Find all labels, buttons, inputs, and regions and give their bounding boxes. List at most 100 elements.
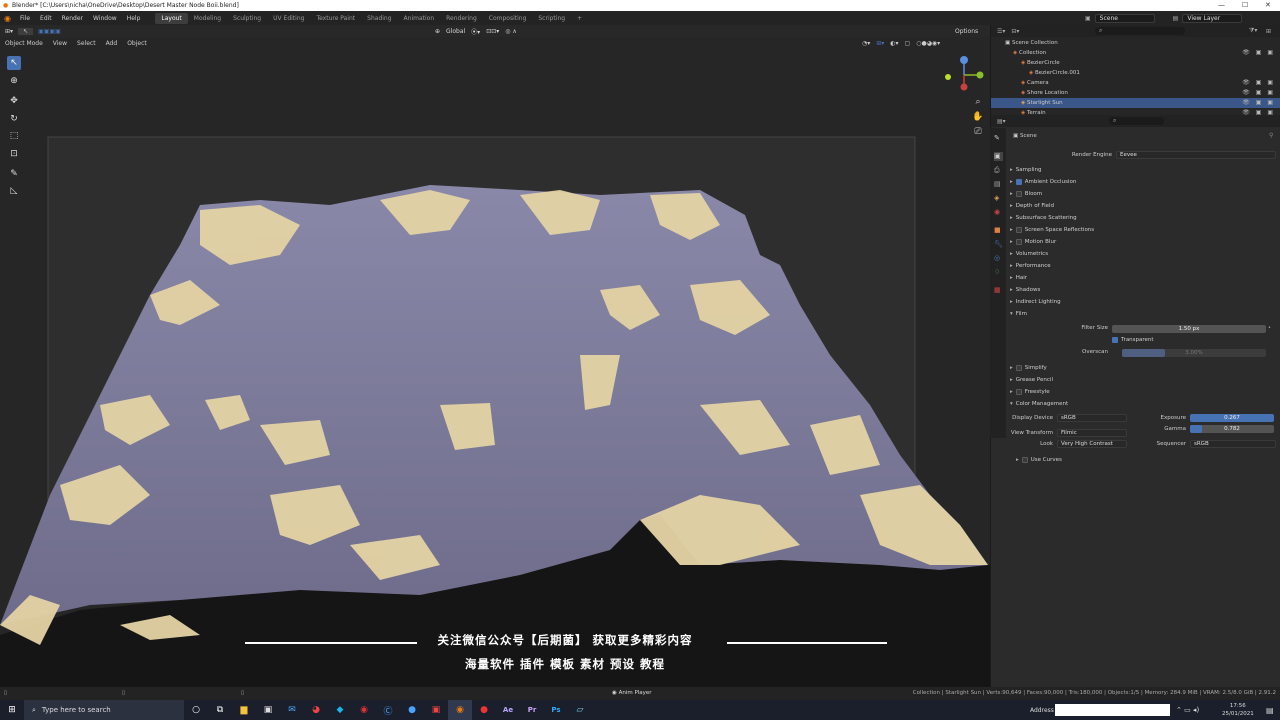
properties-panel-header[interactable]: ▸ Simplify [1010,363,1275,374]
object-tab-icon[interactable]: ■ [994,226,1003,235]
panel-enable-checkbox[interactable] [1015,190,1022,197]
visibility-icon[interactable]: ◔▾ [862,40,870,47]
gamma-field[interactable]: 0.782 [1190,425,1274,433]
panel-enable-checkbox[interactable] [1015,226,1022,233]
panel-enable-checkbox[interactable] [1015,388,1022,395]
menu-window[interactable]: Window [88,15,122,22]
output-tab-icon[interactable]: ⎙ [994,166,1003,175]
overscan-field[interactable]: 3.00% [1122,349,1266,357]
outliner-display-mode-icon[interactable]: ⊟▾ [1011,28,1019,35]
taskbar-search-input[interactable]: ⌕ Type here to search [24,700,184,720]
menu-file[interactable]: File [15,15,35,22]
windows-start-icon[interactable]: ⊞ [0,700,24,720]
xray-icon[interactable]: ▢ [905,40,911,47]
shading-modes-icon[interactable]: ○●◕◉▾ [916,40,940,47]
close-icon[interactable]: ✕ [1265,0,1271,11]
keyframe-dot-icon[interactable]: • [1268,325,1271,331]
display-device-dropdown[interactable]: sRGB [1057,414,1127,422]
app-icon-1[interactable]: ◆ [328,700,352,720]
pivot-icon[interactable]: ⦿▾ [471,27,480,36]
properties-panel-header[interactable]: ▸ Sampling [1010,165,1275,176]
render-tab-icon[interactable]: ▣ [994,152,1003,161]
mode-dropdown[interactable]: Object Mode [0,40,48,47]
blender-menu-icon[interactable]: ◉ [0,14,15,23]
properties-panel-header[interactable]: ▸ Hair [1010,273,1275,284]
properties-panel-header[interactable]: ▸ Freestyle [1010,387,1275,398]
new-collection-icon[interactable]: ⊞ [1266,28,1271,35]
properties-panel-header[interactable]: ▾ Color Management [1010,399,1275,410]
overlay-toggle-icon[interactable]: ◐▾ [890,40,898,47]
properties-panel-header[interactable]: ▸ Screen Space Reflections [1010,225,1275,236]
properties-search-input[interactable] [1109,117,1164,125]
workspace-tab-sculpting[interactable]: Sculpting [227,13,267,24]
measure-tool-icon[interactable]: ◺ [7,184,21,198]
menu-render[interactable]: Render [57,15,88,22]
system-tray-icons[interactable]: ⌃ ▭ ◂) [1176,706,1199,714]
options-dropdown[interactable]: Options [955,28,978,35]
panel-enable-checkbox[interactable] [1015,178,1022,185]
select-box-tool-icon[interactable]: ↖ [7,56,21,70]
properties-panel-header[interactable]: ▸ Bloom [1010,189,1275,200]
viewport-menu-object[interactable]: Object [122,40,152,47]
transparent-checkbox-row[interactable]: Transparent [1112,335,1280,346]
messenger-icon[interactable]: ● [400,700,424,720]
properties-panel-header[interactable]: ▸ Motion Blur [1010,237,1275,248]
add-workspace-icon[interactable]: + [571,13,588,24]
select-mode-icons[interactable]: ▣▣▣▣ [33,28,66,35]
outliner-row[interactable]: ◈ BezierCircle [991,58,1280,68]
render-engine-dropdown[interactable]: Eevee [1116,151,1276,159]
app-icon-4[interactable]: ▣ [424,700,448,720]
workspace-tab-scripting[interactable]: Scripting [532,13,571,24]
world-tab-icon[interactable]: ◉ [994,208,1003,217]
outliner-search-input[interactable] [1095,27,1185,35]
app-icon-3[interactable]: Ⓒ [376,700,400,720]
proportional-edit-icon[interactable]: ◎ ∧ [505,28,517,35]
scene-tab-icon[interactable]: ◈ [994,194,1003,203]
app-icon-2[interactable]: ◉ [352,700,376,720]
properties-panel-header[interactable]: ▸ Performance [1010,261,1275,272]
workspace-tab-modeling[interactable]: Modeling [188,13,227,24]
orientation-dropdown[interactable]: Global [446,28,465,35]
zoom-icon[interactable]: ⌕ [972,97,984,109]
properties-panel-header[interactable]: ▸ Grease Pencil [1010,375,1275,386]
editor-type-icon[interactable]: ⊞▾ [0,28,18,35]
pan-hand-icon[interactable]: ✋ [972,112,984,124]
filter-icon[interactable]: ⧩▾ [1249,27,1257,35]
workspace-tab-uv-editing[interactable]: UV Editing [267,13,310,24]
visibility-toggle-icons[interactable]: 👁︎ ▣ ▣ [1242,48,1275,58]
properties-panel-header[interactable]: ▸ Subsurface Scattering [1010,213,1275,224]
outliner-row[interactable]: ◈ Collection 👁︎ ▣ ▣ [991,48,1280,58]
exposure-field[interactable]: 0.267 [1190,414,1274,422]
rotate-tool-icon[interactable]: ↻ [7,112,21,126]
use-curves-checkbox[interactable] [1021,456,1028,463]
properties-panel-header[interactable]: ▸ Ambient Occlusion [1010,177,1275,188]
app-icon-6[interactable]: ▱ [568,700,592,720]
use-curves-row[interactable]: ▸ Use Curves [1016,455,1280,466]
notifications-icon[interactable]: ▤ [1266,706,1274,715]
panel-enable-checkbox[interactable] [1015,364,1022,371]
workspace-tab-rendering[interactable]: Rendering [440,13,483,24]
workspace-tab-shading[interactable]: Shading [361,13,397,24]
look-dropdown[interactable]: Very High Contrast [1057,440,1127,448]
viewport-menu-view[interactable]: View [48,40,72,47]
scale-tool-icon[interactable]: ⬚ [7,129,21,143]
sequencer-dropdown[interactable]: sRGB [1190,440,1276,448]
cortana-icon[interactable]: ○ [184,700,208,720]
after-effects-icon[interactable]: Ae [496,700,520,720]
visibility-toggle-icons[interactable]: 👁︎ ▣ ▣ [1242,98,1275,108]
properties-panel-header[interactable]: ▾ Film [1010,309,1275,320]
gizmo-toggle-icon[interactable]: ⊞▾ [876,40,884,47]
viewport-menu-add[interactable]: Add [101,40,123,47]
properties-panel-header[interactable]: ▸ Depth of Field [1010,201,1275,212]
filter-size-field[interactable]: 1.50 px [1112,325,1266,333]
snap-icon[interactable]: ⊡⊡▾ [486,28,499,35]
clock[interactable]: 17:56 25/01/2021 [1222,702,1254,718]
select-tool-icon[interactable]: ↖ [18,27,34,35]
scene-field[interactable]: Scene [1094,13,1155,23]
outliner-editor-icon[interactable]: ☰▾ [997,28,1005,35]
premiere-icon[interactable]: Pr [520,700,544,720]
cursor-tool-icon[interactable]: ⊕ [7,74,21,88]
outliner-row[interactable]: ◈ Shore Location 👁︎ ▣ ▣ [991,88,1280,98]
view-layer-tab-icon[interactable]: ▤ [994,180,1003,189]
visibility-toggle-icons[interactable]: 👁︎ ▣ ▣ [1242,78,1275,88]
